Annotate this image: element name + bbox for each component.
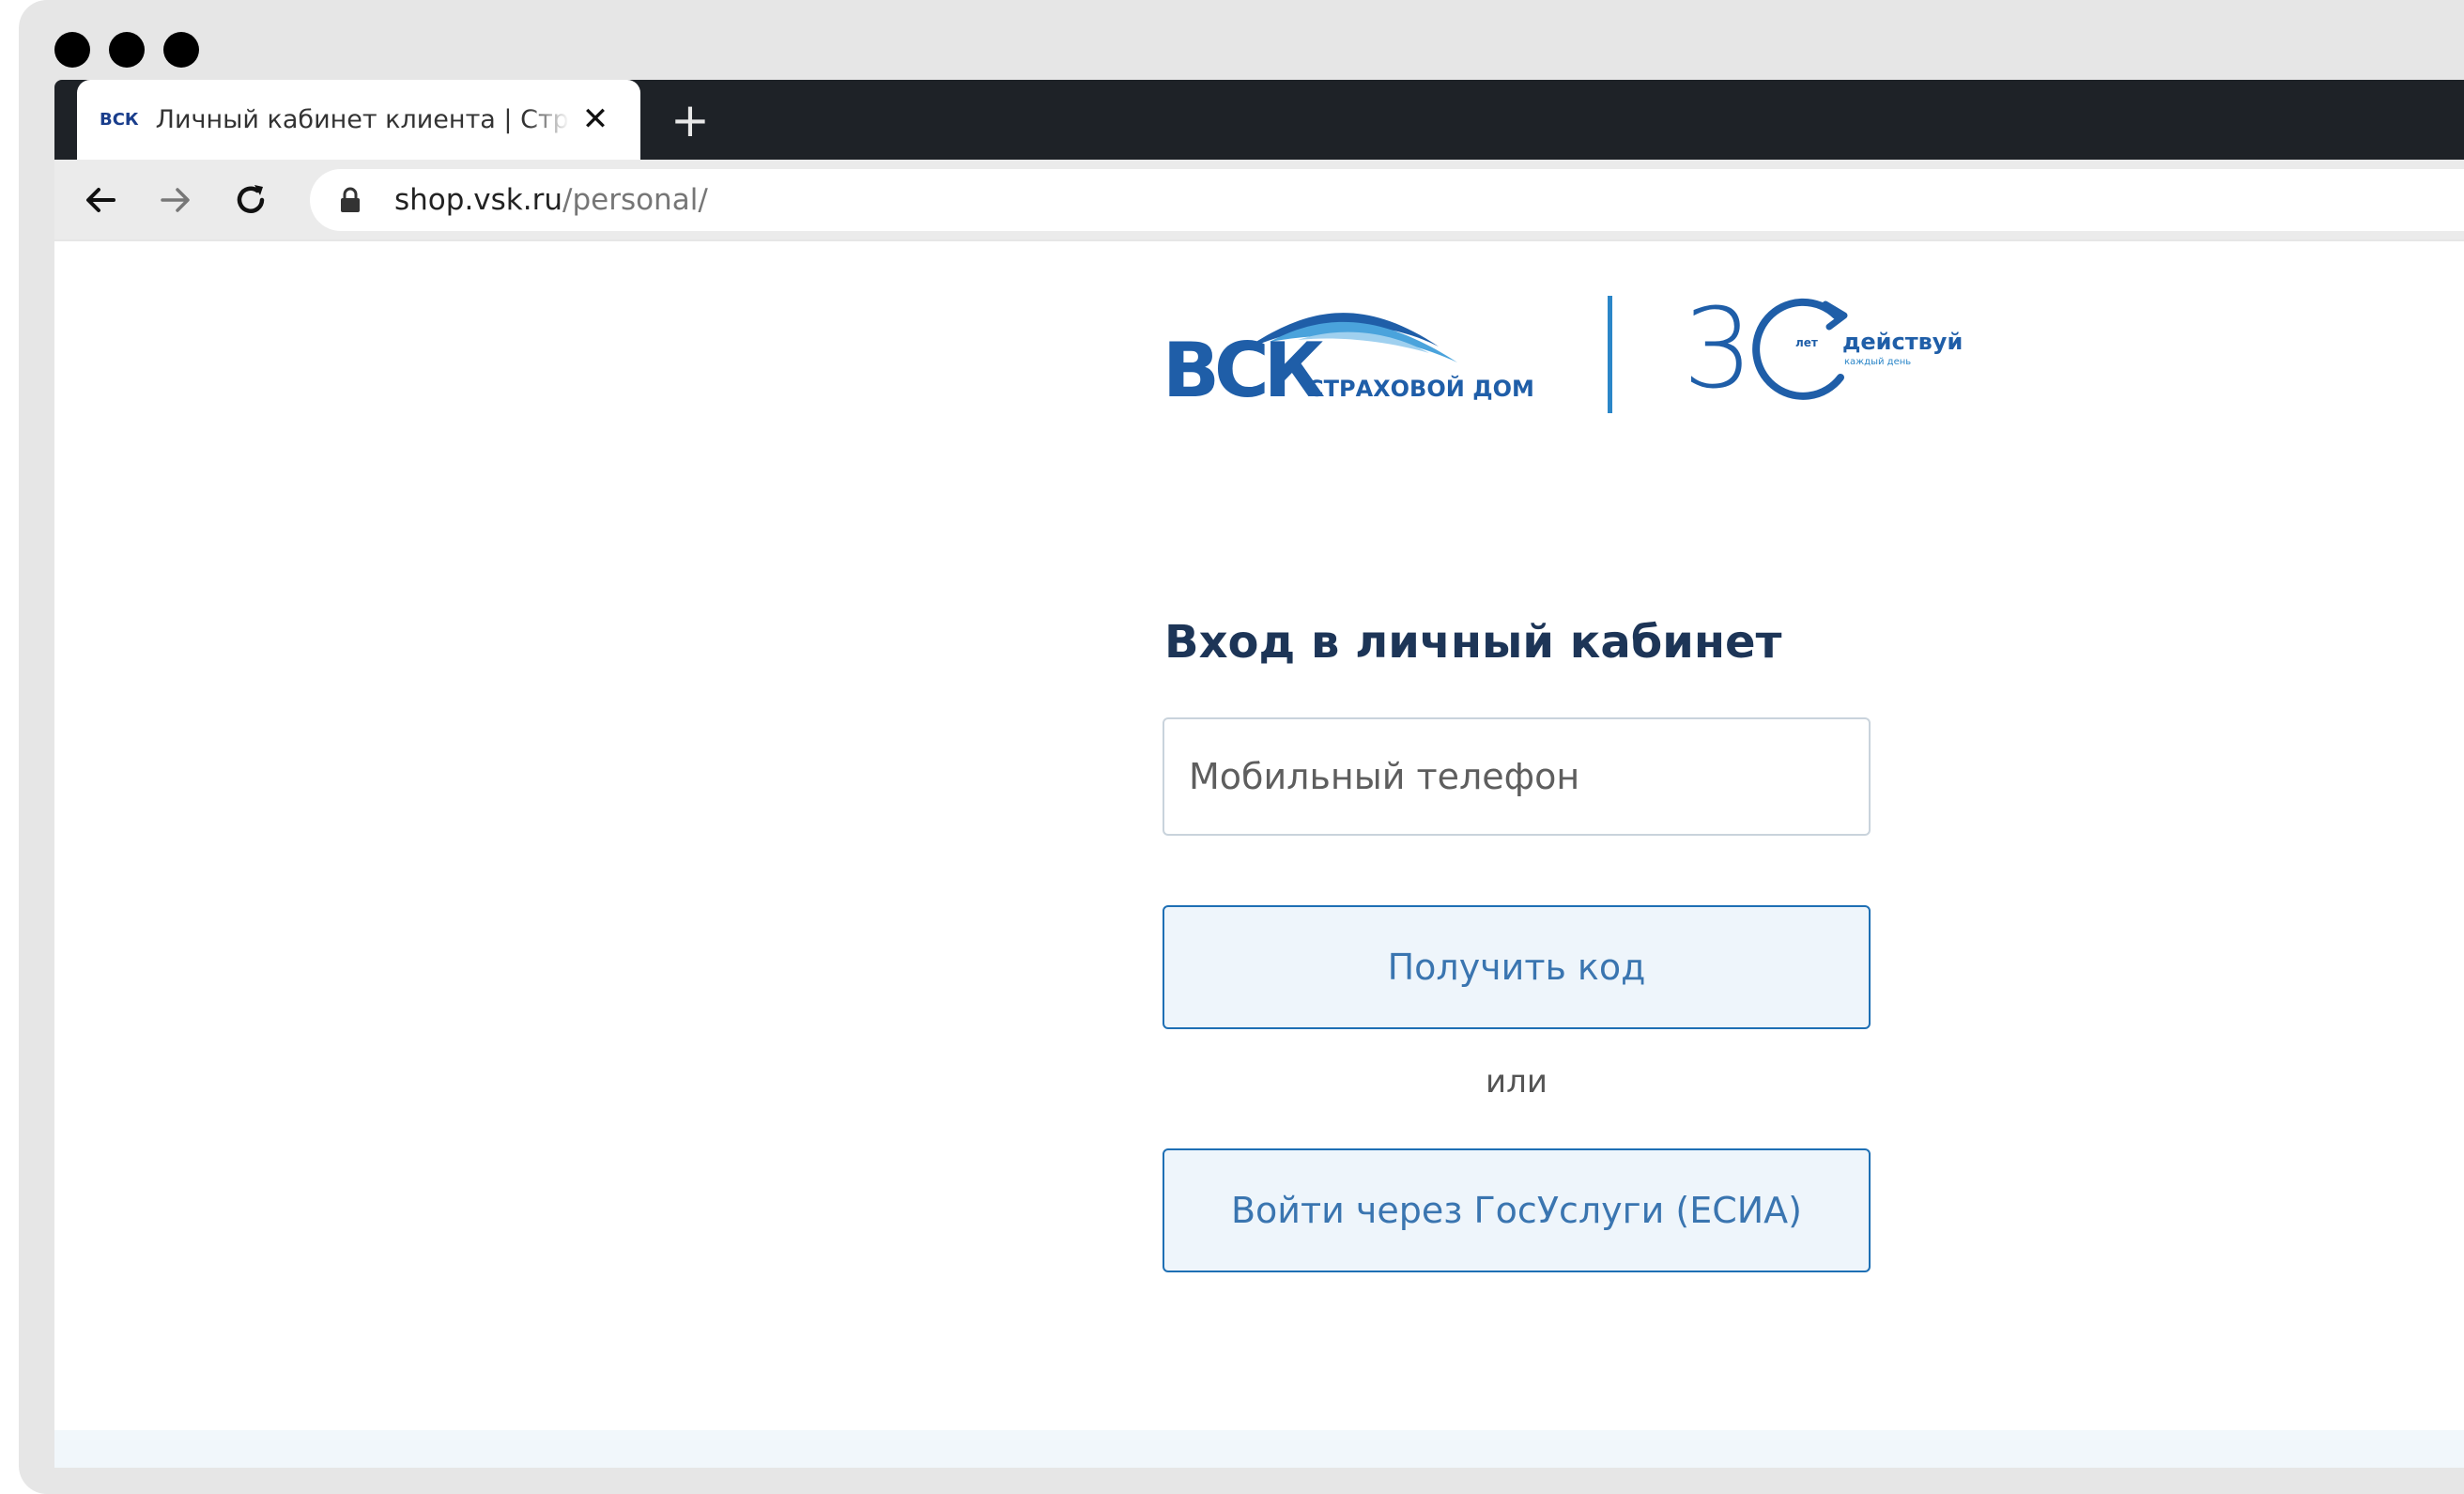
window-dot-maximize[interactable] — [163, 32, 199, 68]
close-tab-icon[interactable]: ✕ — [573, 97, 618, 142]
address-bar[interactable]: shop.vsk.ru/personal/ — [310, 169, 2464, 231]
url-path: /personal/ — [562, 183, 708, 217]
vsk-logo[interactable]: ВСК СТРАХОВОЙ ДОМ 3 лет действуй каждый … — [1157, 282, 1983, 423]
logo-anniversary-unit: лет — [1795, 336, 1818, 349]
back-arrow-icon[interactable] — [73, 173, 128, 227]
logo-brand: ВСК — [1163, 327, 1325, 414]
logo-slogan-small: каждый день — [1844, 357, 1912, 367]
get-code-button[interactable]: Получить код — [1163, 905, 1871, 1029]
logo-anniversary-number: 3 — [1683, 284, 1754, 413]
page-content — [54, 241, 2464, 1468]
logo-slogan: действуй — [1842, 329, 1964, 355]
url-text: shop.vsk.ru/personal/ — [394, 183, 708, 217]
or-separator: или — [1486, 1063, 1548, 1101]
logo-subtitle: СТРАХОВОЙ ДОМ — [1307, 376, 1534, 402]
tab-title: Личный кабинет клиента | Стра — [155, 105, 569, 134]
url-host: shop.vsk.ru — [394, 183, 562, 217]
login-heading: Вход в личный кабинет — [1164, 616, 1782, 669]
gosuslugi-login-button[interactable]: Войти через ГосУслуги (ЕСИА) — [1163, 1148, 1871, 1272]
tab-favicon-icon: ВСК — [100, 110, 139, 130]
window-dot-minimize[interactable] — [109, 32, 145, 68]
window-dot-close[interactable] — [54, 32, 90, 68]
tab-strip: ВСК Личный кабинет клиента | Стра ✕ + — [54, 80, 2464, 160]
lock-icon — [340, 187, 361, 217]
new-tab-button[interactable]: + — [665, 95, 716, 146]
phone-input[interactable] — [1163, 717, 1871, 836]
browser-toolbar: shop.vsk.ru/personal/ — [54, 160, 2464, 239]
browser-tab[interactable]: ВСК Личный кабинет клиента | Стра ✕ — [77, 80, 640, 160]
window-controls — [54, 32, 199, 68]
footer-band — [54, 1430, 2464, 1468]
reload-icon[interactable] — [223, 173, 278, 227]
logo-divider — [1608, 296, 1612, 413]
forward-arrow-icon[interactable] — [148, 173, 203, 227]
